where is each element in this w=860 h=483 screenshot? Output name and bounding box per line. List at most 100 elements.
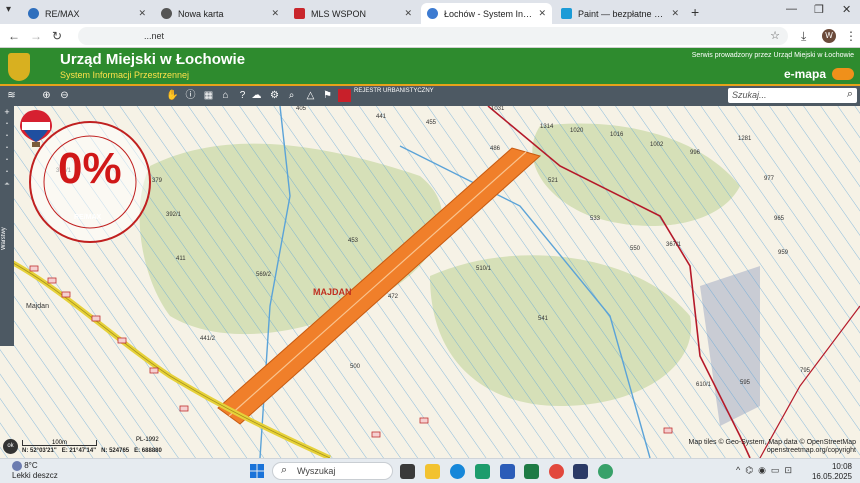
browser-menu-icon[interactable]: ⋮	[845, 29, 857, 43]
url-field[interactable]: ...net ☆	[78, 27, 788, 45]
emapa-logo-icon[interactable]	[832, 68, 854, 80]
zoom-in-button[interactable]: +	[0, 106, 14, 118]
triangle-icon[interactable]: △	[304, 89, 317, 102]
building	[91, 315, 101, 322]
map-toolbar: ≋ ⊕ ⊖ ✋ ⓘ ▦ ⌂ ? ☁ ⚙ ⌕ △ ⚑ REJESTR URBANI…	[0, 86, 860, 106]
task-view-icon[interactable]	[400, 464, 415, 479]
globe-icon	[161, 8, 172, 19]
browser-tab-strip: ▾ RE/MAX ✕ Nowa karta ✕ MLS WSPON ✕ Łoch…	[0, 0, 860, 24]
parcel-number: 595	[740, 380, 751, 386]
weather-widget[interactable]: 8°C Lekki deszcz	[12, 461, 58, 481]
pan-icon[interactable]: ✋	[166, 89, 179, 102]
close-tab-icon[interactable]: ✕	[538, 8, 546, 19]
back-arrow-icon[interactable]: ←	[8, 29, 20, 43]
parcel-number: 795	[800, 368, 811, 374]
building	[47, 277, 57, 284]
layers-icon[interactable]: ≋	[5, 89, 18, 102]
app-icon[interactable]	[598, 464, 613, 479]
store-icon[interactable]	[475, 464, 490, 479]
map-attribution: Map tiles © Geo-System, Map data © OpenS…	[689, 439, 857, 455]
building	[419, 417, 429, 424]
settings-icon[interactable]: ⚙	[268, 89, 281, 102]
register-label[interactable]: REJESTR URBANISTYCZNY	[354, 88, 434, 95]
clock-date: 16.05.2025	[811, 472, 852, 481]
attribution-link[interactable]: openstreetmap.org/copyright	[689, 447, 856, 455]
weather-icon	[12, 461, 22, 471]
windows-start-icon[interactable]	[250, 464, 264, 478]
crs-select[interactable]: PL-1992	[136, 437, 159, 443]
edge-icon[interactable]	[450, 464, 465, 479]
parcel-number: 392/1	[166, 212, 182, 218]
excel-icon[interactable]	[524, 464, 539, 479]
parcel-number: 453	[348, 238, 359, 244]
measure-icon[interactable]: ⌂	[219, 89, 232, 102]
info-icon[interactable]: ⓘ	[184, 89, 197, 102]
download-icon[interactable]: ⤓	[801, 29, 806, 44]
paint-favicon-icon	[561, 8, 572, 19]
search-map-icon[interactable]: ⌕	[285, 89, 298, 102]
app-icon[interactable]	[573, 464, 588, 479]
municipal-crest-icon	[8, 53, 30, 81]
zero-percent-label: 0%	[58, 144, 122, 193]
maximize-button[interactable]: ❐	[814, 3, 824, 16]
address-bar-row: ← → ↻ ...net ☆ ⤓ W ⋮	[0, 24, 860, 48]
register-icon[interactable]	[338, 89, 351, 102]
weather-desc: Lekki deszcz	[12, 471, 58, 481]
tab-title: Paint — bezpłatne pobieranie	[578, 8, 665, 19]
tab-paint[interactable]: Paint — bezpłatne pobieranie ✕	[555, 3, 685, 24]
building	[61, 291, 71, 298]
chrome-icon[interactable]	[549, 464, 564, 479]
tab-lochow-sip[interactable]: Łochów - System Informacji Pr... ✕	[421, 3, 552, 24]
profile-avatar[interactable]: W	[822, 29, 836, 43]
close-window-button[interactable]: ✕	[842, 3, 851, 16]
file-explorer-icon[interactable]	[425, 464, 440, 479]
select-icon[interactable]: ▦	[202, 89, 215, 102]
parcel-number: 486	[490, 146, 501, 152]
tab-mls-wspon[interactable]: MLS WSPON ✕	[288, 3, 418, 24]
tab-title: RE/MAX	[45, 8, 80, 19]
word-icon[interactable]	[500, 464, 515, 479]
search-icon[interactable]: ⌕	[847, 88, 853, 101]
layers-tab[interactable]: Warstwy	[1, 210, 13, 250]
zoom-slider[interactable]: • • • • • •	[0, 118, 14, 187]
url-text: ...net	[144, 31, 165, 41]
help-icon[interactable]: ?	[236, 89, 249, 102]
parcel-number: 1281	[738, 136, 752, 142]
zoom-in-icon[interactable]: ⊕	[40, 89, 53, 102]
close-tab-icon[interactable]: ✕	[138, 8, 146, 19]
building	[179, 405, 189, 412]
close-tab-icon[interactable]: ✕	[271, 8, 279, 19]
flag-icon[interactable]: ⚑	[321, 89, 334, 102]
bookmark-star-icon[interactable]: ☆	[770, 29, 780, 42]
zoom-out-icon[interactable]: ⊖	[58, 89, 71, 102]
clock[interactable]: 10:08 16.05.2025	[812, 462, 852, 482]
minimize-button[interactable]: —	[786, 3, 797, 15]
taskbar-search-input[interactable]: ⌕ Wyszukaj	[272, 462, 393, 480]
cloud-icon[interactable]: ☁	[250, 89, 263, 102]
tab-new-tab[interactable]: Nowa karta ✕	[155, 3, 285, 24]
service-info-text: Serwis prowadzony przez Urząd Miejski w …	[691, 52, 854, 59]
zoom-out-button[interactable]: −	[0, 178, 14, 190]
new-tab-button[interactable]: +	[691, 4, 699, 20]
site-header: Urząd Miejski w Łochowie System Informac…	[0, 48, 860, 86]
reload-icon[interactable]: ↻	[52, 29, 62, 43]
building	[117, 337, 127, 344]
map-search-input[interactable]: Szukaj... ⌕	[728, 88, 857, 103]
emapa-brand[interactable]: e-mapa	[784, 67, 826, 81]
parcel-number: 521	[548, 178, 559, 184]
mls-favicon-icon	[294, 8, 305, 19]
northing-readout: N: 524765	[101, 448, 130, 454]
tab-list-icon[interactable]: ▾	[6, 4, 20, 18]
tab-title: MLS WSPON	[311, 8, 367, 19]
map-footer: ok 100m PL-1992 N: 52°03'21" E: 21°47'14…	[0, 437, 860, 458]
lon-readout: E: 21°47'14"	[61, 448, 97, 454]
tab-remax[interactable]: RE/MAX ✕	[22, 3, 152, 24]
close-tab-icon[interactable]: ✕	[404, 8, 412, 19]
parcel-number: 510/1	[476, 266, 492, 272]
map-canvas[interactable]: 1031 1314 1020 1016 1002 996 1281 977 96…	[0, 106, 860, 458]
ok-button[interactable]: ok	[3, 439, 18, 454]
parcel-number: 1031	[491, 106, 505, 112]
close-tab-icon[interactable]: ✕	[671, 8, 679, 19]
system-tray[interactable]: ^ ⌬ ◉ ▭ ⊡	[736, 465, 792, 476]
forward-arrow-icon[interactable]: →	[30, 29, 42, 43]
